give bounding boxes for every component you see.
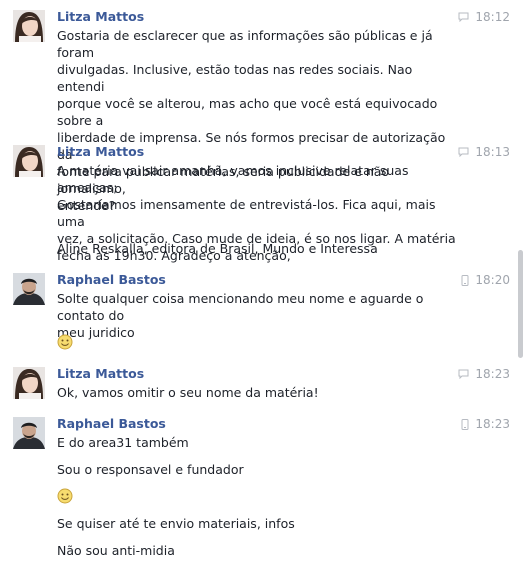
smiley-emoji-icon (57, 334, 73, 350)
sender-name[interactable]: Raphael Bastos (57, 272, 166, 288)
message-text: Ok, vamos omitir o seu nome da matéria! (57, 384, 457, 401)
scrollbar[interactable] (518, 0, 524, 561)
message-thread: Litza Mattos 18:12 Gostaria de esclarece… (0, 0, 514, 561)
message-line: meu juridico (57, 325, 135, 340)
message-line: divulgadas. Inclusive, estão todas nas r… (57, 62, 413, 94)
message-time: 18:23 (475, 417, 510, 431)
message-meta: 18:12 (458, 10, 510, 24)
message-text: Se quiser até te envio materiais, infos (57, 516, 295, 531)
message-line: Ok, vamos omitir o seu nome da matéria! (57, 385, 319, 400)
message-text: E do area31 também (57, 435, 189, 450)
message-text: Aline Reskalla, editora de Brasil, Mundo… (57, 241, 378, 256)
chat-bubble-icon (458, 147, 469, 157)
message-time: 18:20 (475, 273, 510, 287)
avatar[interactable] (13, 273, 45, 305)
message-line: Solte qualquer coisa mencionando meu nom… (57, 291, 424, 323)
message-meta: 18:23 (458, 367, 510, 381)
mobile-phone-icon (461, 274, 469, 286)
mobile-phone-icon (461, 418, 469, 430)
message-line: A matéria vai sair amanhã, vamos inclusi… (57, 163, 409, 195)
message-line: Gostaria de esclarecer que as informaçõe… (57, 28, 433, 60)
message-text: Não sou anti-midia (57, 543, 175, 558)
smiley-emoji-icon (57, 488, 73, 504)
message-meta: 18:13 (458, 145, 510, 159)
message-meta: 18:20 (461, 273, 510, 287)
message-time: 18:12 (475, 10, 510, 24)
message-time: 18:13 (475, 145, 510, 159)
chat-bubble-icon (458, 369, 469, 379)
message-text: Solte qualquer coisa mencionando meu nom… (57, 290, 457, 341)
message-line: porque você se alterou, mas acho que voc… (57, 96, 438, 128)
message-text: Sou o responsavel e fundador (57, 462, 244, 477)
sender-name[interactable]: Litza Mattos (57, 366, 144, 382)
sender-name[interactable]: Raphael Bastos (57, 416, 166, 432)
chat-bubble-icon (458, 12, 469, 22)
sender-name[interactable]: Litza Mattos (57, 9, 144, 25)
avatar[interactable] (13, 10, 45, 42)
scrollbar-thumb[interactable] (518, 250, 523, 358)
message-time: 18:23 (475, 367, 510, 381)
avatar[interactable] (13, 417, 45, 449)
sender-name[interactable]: Litza Mattos (57, 144, 144, 160)
message-meta: 18:23 (461, 417, 510, 431)
avatar[interactable] (13, 367, 45, 399)
avatar[interactable] (13, 145, 45, 177)
message-line: Gostaríamos imensamente de entrevistá-lo… (57, 197, 436, 229)
